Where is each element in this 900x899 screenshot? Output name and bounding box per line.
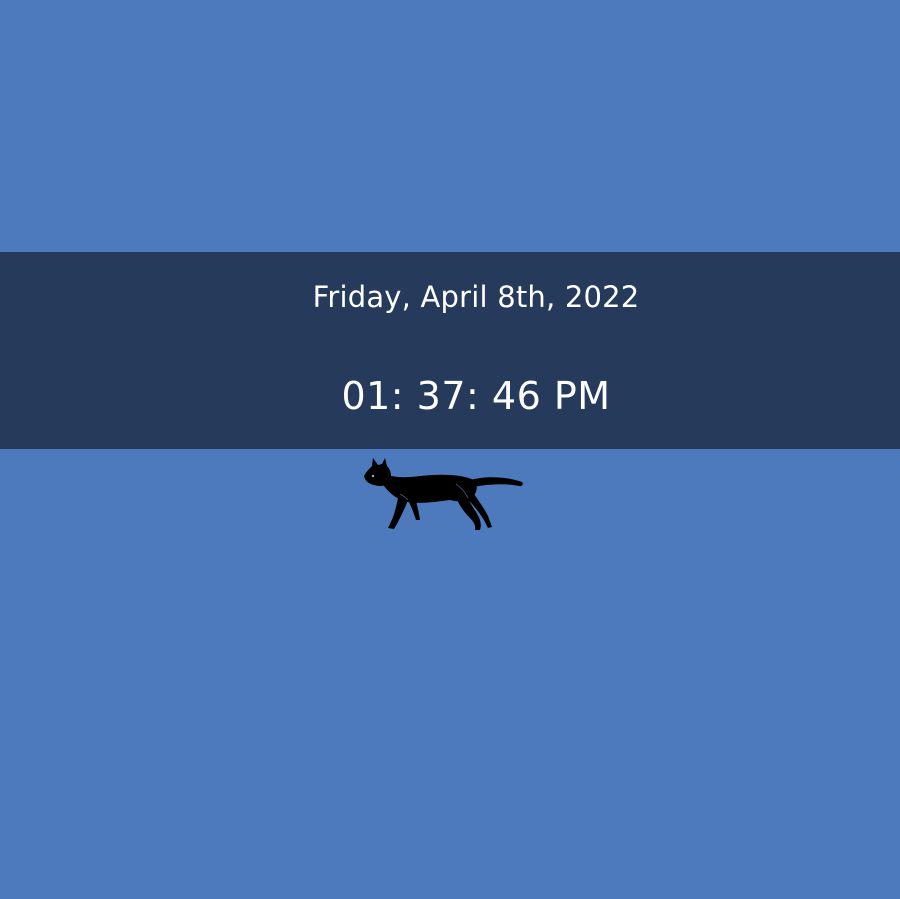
clock-page: { "clock": { "date": "Friday, April 8th,…: [0, 0, 900, 899]
time-display: 01: 37: 46 PM: [341, 374, 611, 418]
walking-cat-icon: [364, 458, 523, 530]
clock-band: Friday, April 8th, 2022 01: 37: 46 PM: [0, 252, 900, 449]
date-display: Friday, April 8th, 2022: [312, 280, 640, 314]
